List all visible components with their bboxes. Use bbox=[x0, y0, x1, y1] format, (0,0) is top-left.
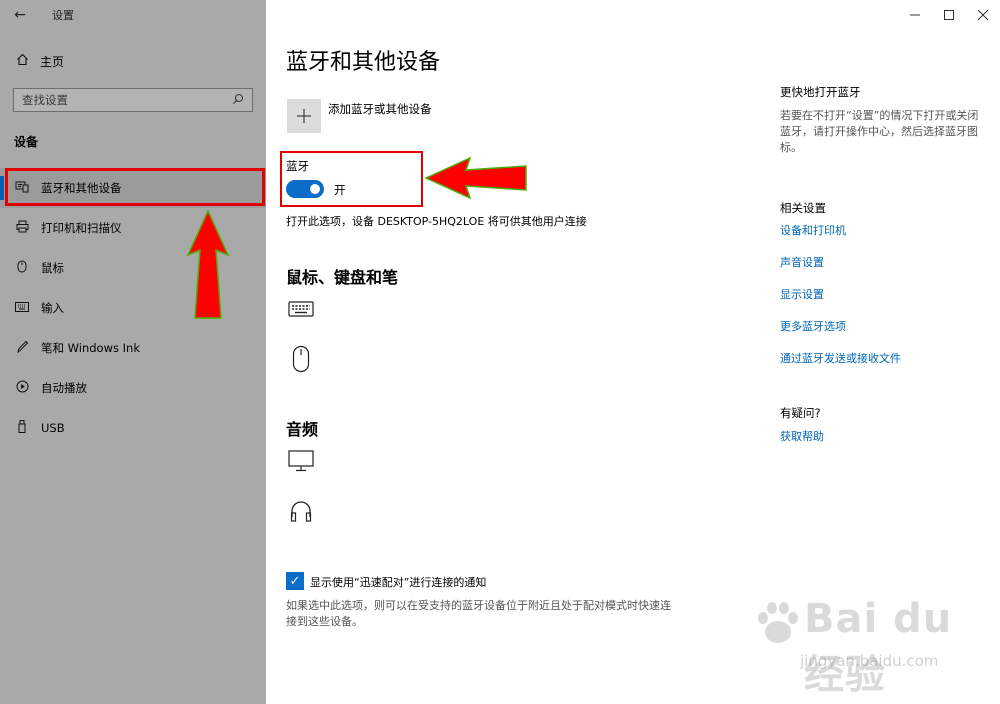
watermark-url: jingyan.baidu.com bbox=[800, 652, 939, 670]
watermark-text: Bai du 经验 bbox=[804, 596, 953, 698]
annotation-arrow-left bbox=[424, 156, 527, 200]
paw-icon bbox=[758, 602, 798, 643]
watermark: Bai du 经验 jingyan.baidu.com bbox=[752, 596, 992, 698]
annotation-arrow-up bbox=[186, 209, 230, 319]
